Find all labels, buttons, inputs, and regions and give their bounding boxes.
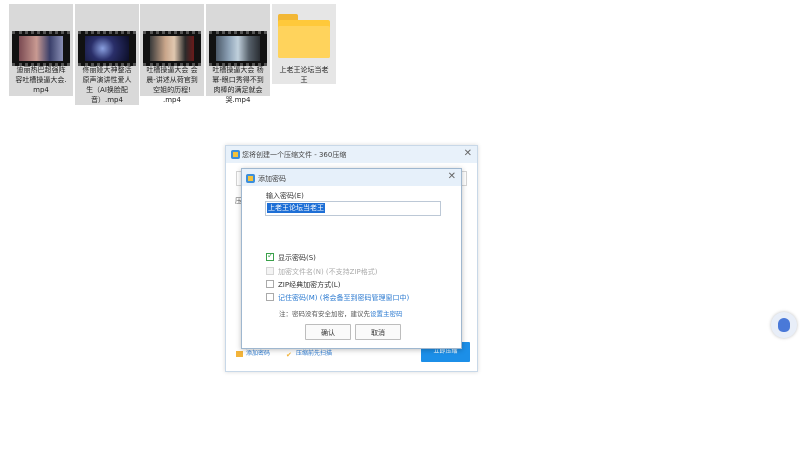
mouse-icon (778, 318, 790, 332)
file-name: 吐槽操逼大会 杨 幂-眼口秀得不到 肉棒的满足就会 哭.mp4 (212, 66, 264, 104)
file-name: 佟丽娅大神整活 原声演讲性爱人 生（AI换脸配 音）.mp4 (82, 66, 132, 104)
lock-icon (236, 350, 243, 357)
security-note: 注：密码没有安全加密，建议先设置主密码 (279, 310, 403, 318)
file-tile-video-1[interactable]: 迪丽热巴超强阵 容吐槽操逼大会. mp4 (9, 4, 73, 96)
password-label: 输入密码(E) (266, 192, 304, 200)
file-name: 迪丽热巴超强阵 容吐槽操逼大会. mp4 (15, 66, 67, 94)
checkbox-icon (266, 293, 274, 301)
scan-before-compress-link[interactable]: ✔ 压缩前先扫描 (286, 348, 332, 359)
video-thumbnail (143, 31, 201, 66)
video-thumbnail (209, 31, 267, 66)
folder-icon (278, 14, 330, 58)
set-master-password-link[interactable]: 设置主密码 (370, 310, 403, 318)
password-input[interactable]: 上老王论坛当老王 (265, 201, 441, 216)
folder-name: 上老王论坛当老 王 (279, 66, 329, 84)
file-tile-video-4[interactable]: 吐槽操逼大会 杨 幂-眼口秀得不到 肉棒的满足就会 哭.mp4 (206, 4, 270, 104)
close-icon[interactable]: ✕ (464, 149, 472, 159)
add-password-dialog: 添加密码 ✕ 输入密码(E) 上老王论坛当老王 显示密码(S) 加密文件名(N)… (241, 168, 462, 349)
cancel-button[interactable]: 取消 (355, 324, 401, 340)
compress-window-title: 您将创建一个压缩文件 - 360压缩 (242, 151, 347, 159)
add-password-link[interactable]: 添加密码 (236, 348, 270, 357)
checkbox-checked-icon (266, 251, 274, 261)
video-thumbnail (78, 31, 136, 66)
file-tile-video-2[interactable]: 佟丽娅大神整活 原声演讲性爱人 生（AI换脸配 音）.mp4 (75, 4, 139, 105)
app-logo-icon (246, 174, 255, 183)
compress-window-titlebar[interactable]: 您将创建一个压缩文件 - 360压缩 ✕ (226, 146, 477, 163)
app-logo-icon (231, 150, 240, 159)
video-thumbnail (12, 31, 70, 66)
file-tile-video-3[interactable]: 吐槽操逼大会 会 晨-讲述从荷官到 空姐的历程! .mp4 (140, 4, 204, 104)
password-dialog-titlebar[interactable]: 添加密码 ✕ (242, 169, 461, 186)
close-icon[interactable]: ✕ (448, 172, 456, 182)
password-value: 上老王论坛当老王 (267, 203, 325, 213)
checkbox-disabled-icon (266, 267, 274, 275)
folder-tile[interactable]: 上老王论坛当老 王 (272, 4, 336, 84)
floating-assistant-button[interactable] (771, 312, 797, 338)
checkbox-icon (266, 280, 274, 288)
confirm-button[interactable]: 确认 (305, 324, 351, 340)
file-name: 吐槽操逼大会 会 晨-讲述从荷官到 空姐的历程! .mp4 (146, 66, 198, 104)
shield-check-icon: ✔ (286, 350, 292, 359)
password-dialog-title: 添加密码 (258, 175, 286, 183)
